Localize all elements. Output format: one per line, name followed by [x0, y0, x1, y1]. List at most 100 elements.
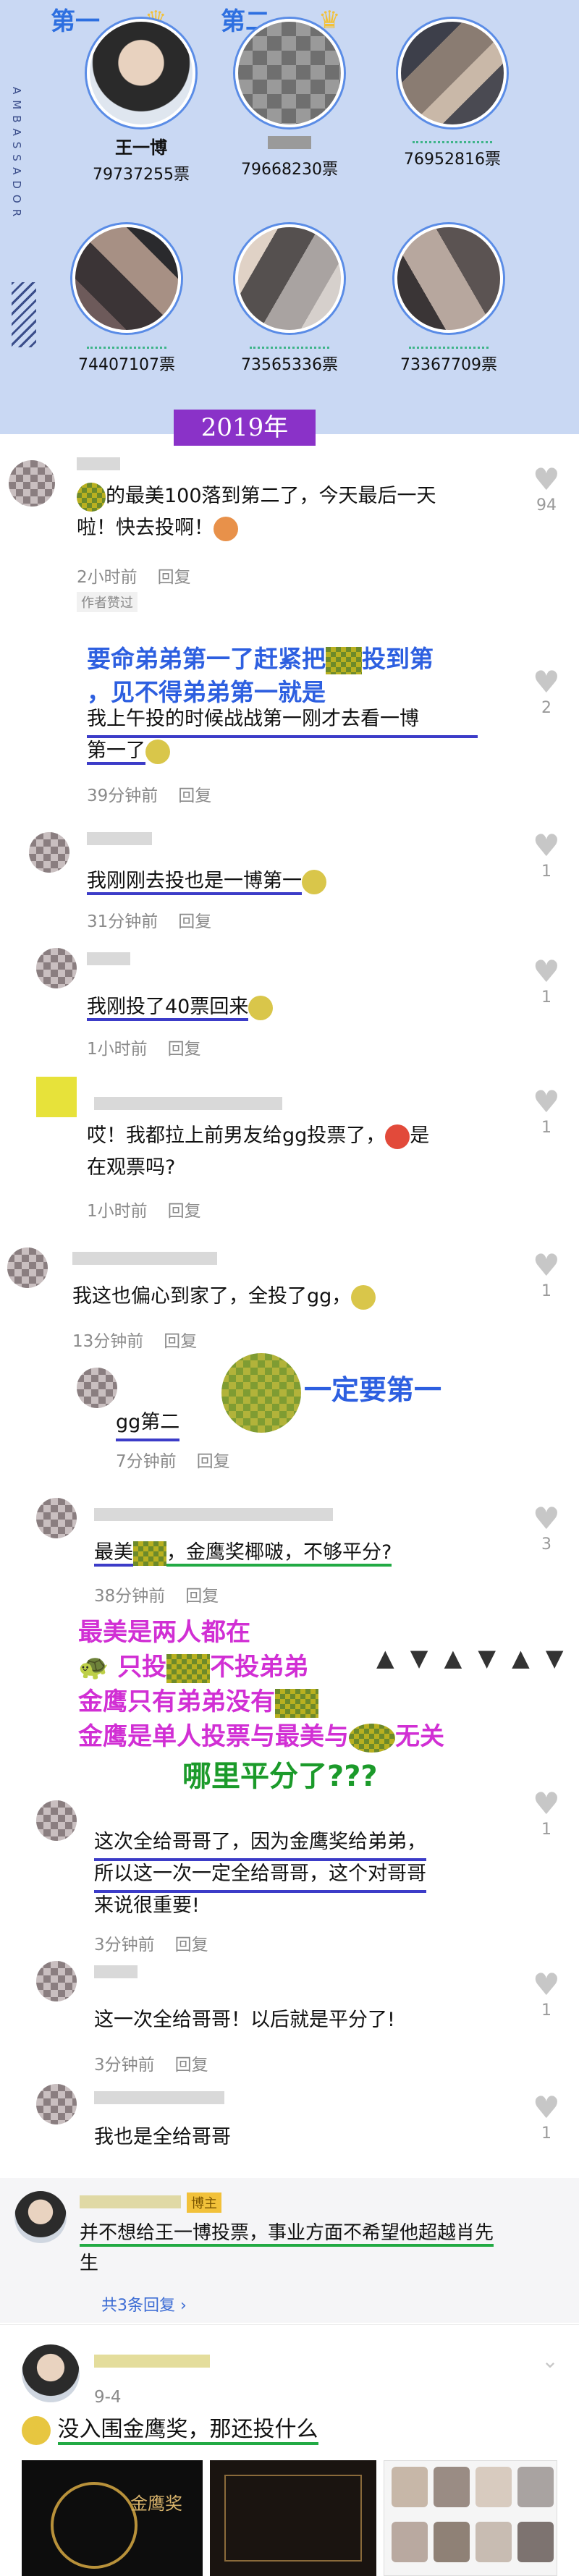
- commenter-avatar[interactable]: [36, 2084, 77, 2124]
- candidate-card[interactable]: 73565336票: [221, 224, 358, 375]
- like-button[interactable]: ♥ 1: [525, 829, 568, 881]
- annotation-line: 不投弟弟: [210, 1653, 309, 1682]
- comment-time: 31分钟前: [87, 912, 159, 931]
- heart-icon: ♥: [533, 1967, 560, 2002]
- candidate-votes: 73367709票: [400, 356, 497, 374]
- reply-button[interactable]: 回复: [164, 1332, 197, 1351]
- annotation-text: 金鹰是单人投票与最美与 无关: [78, 1716, 444, 1753]
- expand-button[interactable]: ⌄: [536, 2344, 565, 2378]
- reply-button[interactable]: 回复: [168, 1202, 201, 1221]
- post-date: 9-4: [94, 2388, 122, 2407]
- commenter-name-blurred[interactable]: [94, 1508, 333, 1521]
- commenter-avatar[interactable]: [36, 948, 77, 988]
- comment-text: 我刚投了40票回来: [87, 991, 274, 1023]
- candidate-avatar: [87, 19, 195, 127]
- candidate-avatar: [394, 224, 503, 333]
- annotation-text: 金鹰只有弟弟没有: [78, 1682, 318, 1718]
- post-line: 没入围金鹰奖，那还投什么: [57, 2417, 318, 2445]
- commenter-name-blurred[interactable]: [94, 1965, 138, 1978]
- comment-text: 来说很重要!: [94, 1894, 200, 1917]
- commenter-name-blurred[interactable]: [94, 1097, 282, 1110]
- year-label: 2019年: [174, 410, 316, 446]
- comment-time: 7分钟前: [116, 1452, 177, 1471]
- heart-icon: ♥: [533, 1247, 560, 1283]
- candidate-name: 王一博: [115, 137, 167, 158]
- post-image[interactable]: [384, 2460, 557, 2576]
- post-image[interactable]: [210, 2460, 376, 2576]
- like-button[interactable]: ♥ 1: [525, 1247, 568, 1301]
- commenter-name-blurred[interactable]: [80, 2195, 181, 2208]
- commenter-avatar[interactable]: [36, 1961, 77, 2001]
- poster-name-blurred[interactable]: [94, 2355, 210, 2368]
- divider: [0, 2324, 579, 2325]
- annotation-line: 金鹰只有弟弟没有: [78, 1687, 275, 1716]
- commenter-name-blurred[interactable]: [94, 2091, 224, 2104]
- reply-button[interactable]: 回复: [175, 1936, 208, 1954]
- annotation-text: 一定要第一: [304, 1374, 442, 1406]
- commenter-name-blurred[interactable]: [87, 952, 130, 965]
- like-button[interactable]: ♥ 3: [525, 1502, 568, 1554]
- commenter-avatar[interactable]: [36, 1077, 77, 1117]
- comment-time: 3分钟前: [94, 1936, 155, 1954]
- candidate-name-blurred: [409, 339, 489, 349]
- heart-icon: ♥: [533, 664, 560, 700]
- candidate-avatar: [72, 224, 181, 333]
- like-count: 1: [541, 1119, 551, 1137]
- commenter-avatar[interactable]: [36, 1498, 77, 1538]
- comment-line: 的最美100落到第二了，今天最后一天: [106, 485, 436, 507]
- comment-text: 这次全给哥哥了，因为金鹰奖给弟弟，: [94, 1826, 426, 1861]
- commenter-name-blurred[interactable]: [77, 457, 120, 470]
- reply-button[interactable]: 回复: [178, 912, 211, 931]
- reply-button[interactable]: 回复: [158, 568, 191, 587]
- annotation-text: 哪里平分了???: [182, 1760, 378, 1793]
- like-count: 1: [541, 1821, 551, 1839]
- reply-button[interactable]: 回复: [168, 1040, 201, 1059]
- candidate-card[interactable]: 王一博 79737255票: [72, 19, 210, 185]
- candidate-avatar: [398, 19, 507, 127]
- candidate-card[interactable]: 76952816票: [384, 19, 521, 169]
- laughing-face-icon: [302, 869, 326, 894]
- like-button[interactable]: ♥ 1: [525, 1968, 568, 2020]
- candidate-card[interactable]: 74407107票: [58, 224, 195, 375]
- reply-button[interactable]: 回复: [175, 2056, 208, 2075]
- like-button[interactable]: ♥ 1: [525, 1085, 568, 1137]
- poster-avatar[interactable]: [22, 2344, 80, 2402]
- candidate-name-blurred: [221, 133, 358, 153]
- like-count: 94: [536, 496, 557, 514]
- annotation-line: 投到第: [362, 645, 434, 673]
- commenter-avatar[interactable]: [77, 1368, 117, 1408]
- like-button[interactable]: ♥ 94: [525, 462, 568, 515]
- laughing-face-icon: [145, 739, 170, 764]
- commenter-avatar[interactable]: [14, 2191, 67, 2243]
- author-badge: 博主: [187, 2192, 221, 2213]
- commenter-avatar[interactable]: [7, 1247, 48, 1288]
- decorative-stripes: [12, 282, 36, 347]
- annotation-text: 要命弟弟第一了赶紧把 投到第: [87, 640, 434, 674]
- decorative-triangles: ▲ ▼ ▲ ▼ ▲ ▼: [376, 1644, 568, 1672]
- reply-button[interactable]: 回复: [178, 787, 211, 805]
- post-image[interactable]: 金鹰奖: [22, 2460, 203, 2576]
- laughing-face-icon: [351, 1284, 376, 1310]
- candidate-card[interactable]: 73367709票: [380, 224, 517, 375]
- thumbnail: [392, 2467, 428, 2507]
- comment-text: 啦！快去投啊！: [77, 512, 525, 544]
- comment-meta: 39分钟前 回复: [87, 781, 232, 806]
- commenter-name-blurred[interactable]: [87, 832, 152, 845]
- like-button[interactable]: ♥ 1: [525, 2091, 568, 2143]
- like-button[interactable]: ♥ 2: [525, 664, 568, 718]
- comment-meta: 3分钟前 回复: [94, 2051, 229, 2075]
- reply-button[interactable]: 回复: [185, 1587, 219, 1606]
- comment-text: 生: [80, 2253, 99, 2274]
- view-replies-link[interactable]: 共3条回复 ›: [101, 2292, 187, 2316]
- commenter-avatar[interactable]: [29, 832, 69, 873]
- heart-icon: ♥: [533, 462, 560, 497]
- commenter-avatar[interactable]: [9, 460, 55, 507]
- like-button[interactable]: ♥ 1: [525, 1787, 568, 1839]
- candidate-card[interactable]: 79668230票: [221, 19, 358, 179]
- commenter-name-blurred[interactable]: [72, 1252, 217, 1265]
- reply-button[interactable]: 回复: [197, 1452, 230, 1471]
- like-button[interactable]: ♥ 1: [525, 955, 568, 1007]
- commenter-avatar[interactable]: [36, 1800, 77, 1841]
- lips-icon: [385, 1124, 410, 1149]
- like-count: 1: [541, 1282, 551, 1300]
